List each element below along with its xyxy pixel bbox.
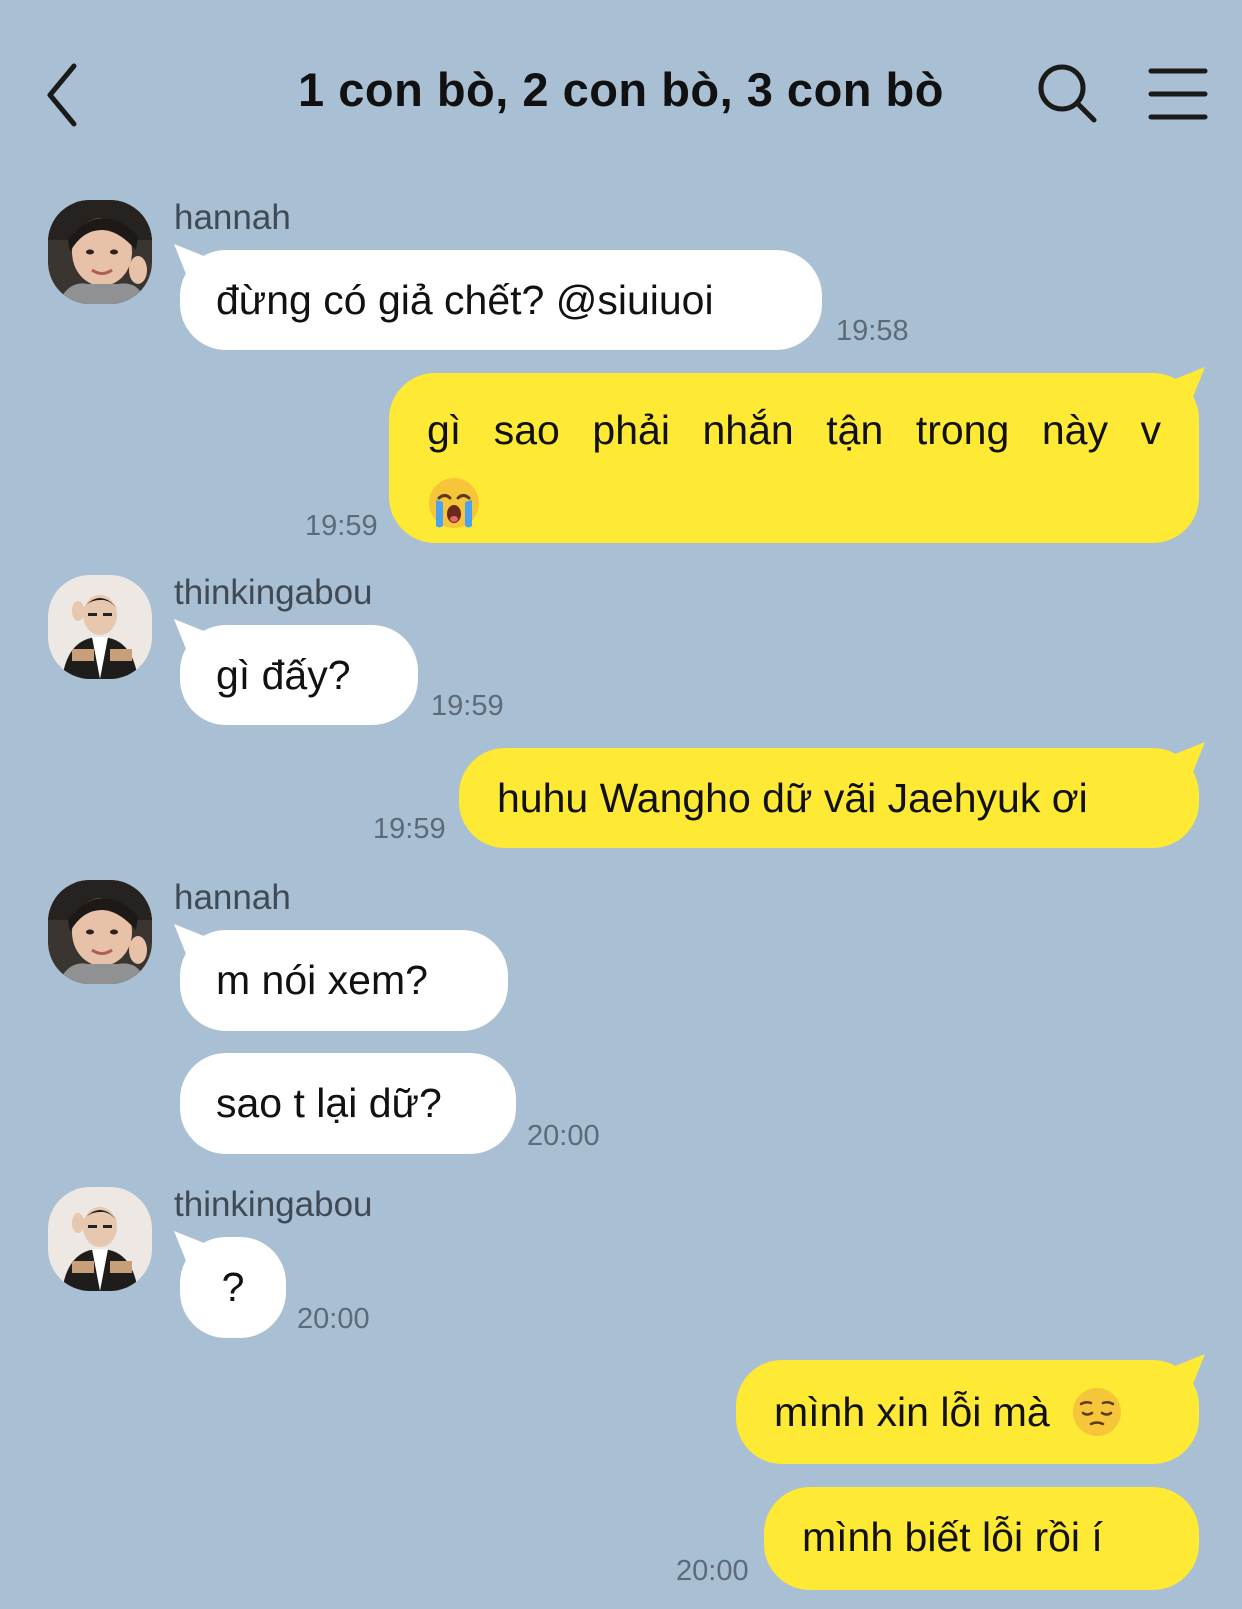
message-bubble[interactable]: mình biết lỗi rồi í bbox=[764, 1487, 1199, 1590]
message-text: gì sao phải nhắn tận trong này v bbox=[427, 407, 1161, 453]
sender-name: thinkingabou bbox=[174, 573, 373, 612]
search-icon bbox=[1038, 64, 1097, 123]
menu-button[interactable] bbox=[1148, 66, 1208, 122]
back-button[interactable] bbox=[40, 60, 100, 130]
message-text: gì đấy? bbox=[216, 652, 351, 698]
avatar[interactable] bbox=[48, 1187, 152, 1291]
message-time: 19:59 bbox=[373, 813, 446, 845]
hamburger-menu-icon bbox=[1148, 68, 1208, 120]
message-text: mình biết lỗi rồi í bbox=[802, 1514, 1103, 1560]
message-text: m nói xem? bbox=[216, 957, 428, 1003]
message-bubble[interactable]: sao t lại dữ? bbox=[180, 1053, 516, 1154]
chat-header: 1 con bò, 2 con bò, 3 con bò bbox=[0, 0, 1242, 185]
message-bubble[interactable]: gì đấy? bbox=[180, 625, 418, 725]
message-bubble[interactable]: gì sao phải nhắn tận trong này v bbox=[389, 373, 1199, 543]
message-time: 19:58 bbox=[836, 315, 909, 347]
search-button[interactable] bbox=[1036, 62, 1100, 126]
message-text: sao t lại dữ? bbox=[216, 1080, 442, 1126]
avatar[interactable] bbox=[48, 200, 152, 304]
message-text: ? bbox=[221, 1264, 245, 1310]
message-text: đừng có giả chết? @siuiuoi bbox=[216, 277, 714, 323]
message-text: mình xin lỗi mà bbox=[774, 1389, 1050, 1435]
message-time: 20:00 bbox=[297, 1303, 370, 1335]
avatar[interactable] bbox=[48, 880, 152, 984]
loudly-crying-face-icon bbox=[429, 478, 479, 529]
message-bubble[interactable]: đừng có giả chết? @siuiuoi bbox=[180, 250, 822, 350]
message-time: 19:59 bbox=[431, 690, 504, 722]
message-bubble[interactable]: ? bbox=[180, 1237, 286, 1338]
avatar[interactable] bbox=[48, 575, 152, 679]
message-time: 19:59 bbox=[305, 510, 378, 542]
sender-name: thinkingabou bbox=[174, 1185, 373, 1224]
sender-name: hannah bbox=[174, 198, 291, 237]
sender-name: hannah bbox=[174, 878, 291, 917]
message-bubble[interactable]: mình xin lỗi mà bbox=[736, 1360, 1199, 1464]
message-text: huhu Wangho dữ vãi Jaehyuk ơi bbox=[497, 775, 1088, 821]
message-bubble[interactable]: m nói xem? bbox=[180, 930, 508, 1031]
chat-title: 1 con bò, 2 con bò, 3 con bò bbox=[298, 63, 944, 116]
message-time: 20:00 bbox=[676, 1555, 749, 1587]
chevron-left-icon bbox=[47, 63, 77, 127]
message-time: 20:00 bbox=[527, 1120, 600, 1152]
pensive-face-icon bbox=[1073, 1388, 1122, 1437]
message-bubble[interactable]: huhu Wangho dữ vãi Jaehyuk ơi bbox=[459, 748, 1199, 848]
